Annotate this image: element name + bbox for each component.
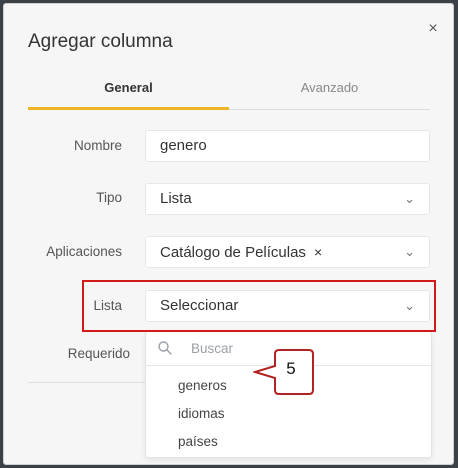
tipo-value: Lista xyxy=(160,190,192,207)
nombre-label: Nombre xyxy=(73,138,122,153)
tab-bar: General Avanzado xyxy=(28,72,430,110)
highlight-box xyxy=(82,280,436,332)
step-number: 5 xyxy=(286,359,296,378)
chevron-down-icon: ⌄ xyxy=(404,244,415,259)
aplicaciones-label: Aplicaciones xyxy=(46,244,122,259)
search-icon xyxy=(158,341,172,355)
tag-remove-icon[interactable]: × xyxy=(314,244,322,260)
tab-avanzado[interactable]: Avanzado xyxy=(229,72,430,110)
search-input[interactable]: Buscar xyxy=(191,341,233,356)
dropdown-option[interactable]: generos xyxy=(178,378,227,393)
close-icon[interactable]: × xyxy=(424,20,442,38)
dropdown-option[interactable]: países xyxy=(178,434,218,449)
tipo-select[interactable]: Lista ⌄ xyxy=(145,183,430,215)
chevron-down-icon: ⌄ xyxy=(404,191,415,206)
add-column-dialog: × Agregar columna General Avanzado Nombr… xyxy=(3,3,454,465)
dialog-title: Agregar columna xyxy=(28,31,173,52)
nombre-input[interactable]: genero xyxy=(145,130,430,162)
active-tab-indicator xyxy=(28,107,229,110)
tipo-label: Tipo xyxy=(96,190,122,205)
aplicaciones-tag: Catálogo de Películas xyxy=(160,244,306,261)
requerido-label: Requerido xyxy=(67,346,130,361)
divider xyxy=(28,382,146,383)
nombre-value: genero xyxy=(160,137,207,154)
aplicaciones-select[interactable]: Catálogo de Películas × ⌄ xyxy=(145,236,430,268)
dropdown-option[interactable]: idiomas xyxy=(178,406,225,421)
tab-general[interactable]: General xyxy=(28,72,229,110)
